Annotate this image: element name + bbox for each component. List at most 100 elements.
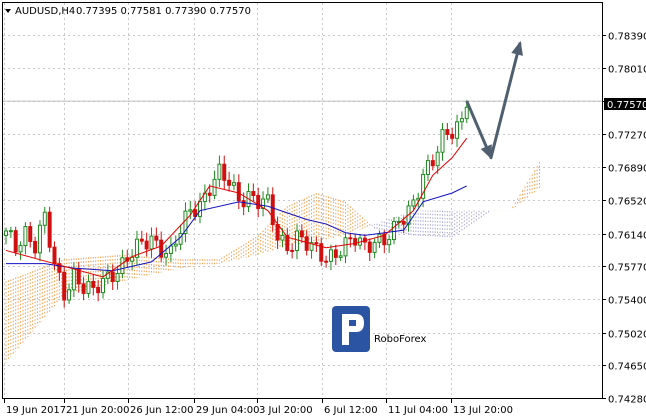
price-chart: 0.783900.780100.776400.772700.768900.765…: [2, 2, 646, 416]
y-tick-label: 0.78390: [608, 32, 646, 43]
candle: [450, 127, 455, 145]
candle: [227, 171, 232, 192]
candle: [144, 232, 149, 257]
candle: [134, 230, 139, 265]
candle: [338, 250, 343, 262]
candle: [67, 283, 72, 304]
candle: [168, 237, 173, 262]
grid-lines: [3, 3, 602, 399]
x-tick-label: 26 Jun 12:00: [130, 405, 194, 416]
candle: [382, 230, 387, 254]
candle: [139, 230, 144, 245]
candle: [270, 187, 275, 232]
x-tick-label: 3 Jul 20:00: [259, 405, 313, 416]
x-tick-label: 13 Jul 20:00: [453, 405, 513, 416]
candle: [348, 233, 353, 248]
symbol-label: AUDUSD,H4: [15, 6, 75, 17]
candle: [261, 191, 266, 217]
candle: [445, 122, 450, 140]
candle: [387, 235, 392, 253]
candle: [319, 237, 324, 267]
y-tick-label: 0.75770: [608, 263, 646, 274]
candle: [8, 226, 13, 239]
candle: [101, 270, 105, 299]
ohlc-values: 0.77395 0.77581 0.77390 0.77570: [76, 6, 251, 17]
candle: [367, 238, 372, 262]
candle: [28, 221, 33, 248]
candle: [164, 244, 169, 266]
candle: [285, 228, 290, 255]
chart-header: AUDUSD,H4 0.77395 0.77581 0.77390 0.7757…: [5, 6, 251, 17]
candle: [42, 206, 47, 234]
price-label: 0.77570: [604, 98, 646, 111]
y-tick-label: 0.76890: [608, 164, 646, 175]
x-tick-label: 29 Jun 04:00: [196, 405, 260, 416]
candle: [290, 243, 295, 259]
candle: [343, 233, 348, 264]
candle: [18, 241, 23, 260]
candle: [37, 220, 42, 262]
candle: [251, 183, 256, 202]
y-tick-label: 0.75020: [608, 330, 646, 341]
y-tick-label: 0.74280: [608, 395, 646, 406]
candle: [202, 184, 207, 211]
price-axis: 0.783900.780100.776400.772700.768900.765…: [602, 32, 646, 406]
y-tick-label: 0.78010: [608, 65, 646, 76]
kijun-sen-line: [6, 185, 467, 272]
candle: [222, 155, 227, 190]
y-tick-label: 0.74650: [608, 362, 646, 373]
candlesticks: [4, 99, 469, 308]
candle: [333, 244, 338, 266]
x-tick-label: 6 Jul 12:00: [324, 405, 378, 416]
logo-mark-inner: [349, 320, 356, 326]
candle: [149, 227, 154, 258]
candle: [455, 114, 460, 147]
candle: [362, 234, 367, 251]
candle: [91, 274, 96, 296]
candle: [33, 236, 38, 259]
plot-frame: [2, 2, 603, 399]
candle: [231, 174, 236, 191]
candle: [110, 264, 115, 291]
time-axis: 19 Jun 2017 21 Jun 20:00 26 Jun 12:00 29 Ju…: [4, 398, 513, 416]
candle: [236, 174, 241, 210]
current-price-value: 0.77570: [607, 100, 646, 111]
candle: [459, 111, 464, 130]
candle: [440, 123, 445, 161]
x-tick-label: 21 Jun 20:00: [66, 405, 130, 416]
candle: [217, 155, 222, 188]
forecast-arrow: [465, 42, 522, 160]
y-tick-label: 0.76520: [608, 197, 646, 208]
candle: [324, 255, 329, 268]
candle: [57, 257, 62, 282]
candle: [47, 206, 52, 253]
collapse-triangle-icon[interactable]: [5, 9, 11, 13]
candle: [13, 226, 18, 257]
candle: [372, 238, 377, 259]
candle: [96, 280, 101, 302]
candle: [62, 266, 67, 308]
y-tick-label: 0.77270: [608, 131, 646, 142]
candle: [173, 235, 178, 252]
candle: [183, 202, 188, 243]
candle: [256, 187, 261, 218]
y-tick-label: 0.75400: [608, 296, 646, 307]
x-tick-label: 11 Jul 04:00: [388, 405, 448, 416]
y-tick-label: 0.76140: [608, 231, 646, 242]
candle: [309, 236, 314, 259]
candle: [430, 154, 435, 171]
candle: [425, 154, 430, 182]
candle: [411, 194, 416, 210]
candle: [295, 224, 299, 260]
candle: [81, 277, 86, 301]
x-tick-label: 19 Jun 2017: [6, 405, 66, 416]
candle: [299, 224, 304, 243]
candle: [198, 192, 202, 224]
candle: [392, 217, 396, 245]
roboforex-logo: RoboForex: [332, 306, 426, 352]
candle: [86, 274, 91, 298]
candle: [23, 222, 28, 255]
candle: [212, 170, 217, 200]
brand-name: RoboForex: [374, 334, 426, 345]
candle: [154, 227, 159, 247]
